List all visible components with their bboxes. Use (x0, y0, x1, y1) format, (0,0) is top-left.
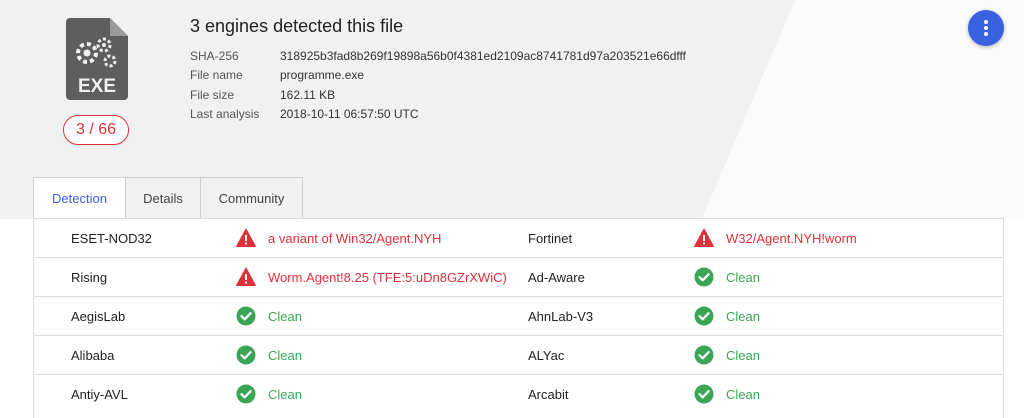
tab-community[interactable]: Community (200, 177, 303, 219)
file-metadata: SHA-256 318925b3fad8b269f19898a56b0f4381… (190, 46, 686, 124)
detection-result: Clean (236, 375, 302, 413)
page-title: 3 engines detected this file (190, 16, 404, 36)
detection-result: a variant of Win32/Agent.NYH (236, 219, 441, 257)
last-analysis-value: 2018-10-11 06:57:50 UTC (280, 107, 419, 122)
tab-bar: Detection Details Community (33, 177, 303, 219)
result-text: Clean (726, 386, 760, 402)
sha256-value: 318925b3fad8b269f19898a56b0f4381ed2109ac… (280, 48, 686, 63)
meta-row-filename: File name programme.exe (190, 66, 686, 86)
result-text: Clean (268, 347, 302, 363)
check-circle-icon (236, 306, 256, 326)
engine-name: Rising (71, 269, 108, 285)
detection-result: Clean (694, 297, 760, 335)
check-circle-icon (694, 267, 714, 287)
tab-details[interactable]: Details (125, 177, 200, 219)
engine-name: AegisLab (71, 308, 126, 324)
warning-icon (236, 228, 256, 247)
detection-result: Worm.Agent!8.25 (TFE:5:uDn8GZrXWiC) (236, 258, 507, 296)
result-text: a variant of Win32/Agent.NYH (268, 230, 442, 246)
check-circle-icon (694, 384, 714, 404)
result-text: W32/Agent.NYH!worm (726, 230, 857, 246)
meta-label: File name (190, 68, 243, 83)
filename-value: programme.exe (280, 68, 365, 83)
meta-label: SHA-256 (190, 48, 239, 63)
table-row: Alibaba Clean ALYac Clean (34, 335, 1003, 374)
engine-name: AhnLab-V3 (528, 308, 594, 324)
meta-row-last-analysis: Last analysis 2018-10-11 06:57:50 UTC (190, 105, 686, 125)
result-text: Clean (726, 308, 760, 324)
detection-result: W32/Agent.NYH!worm (694, 219, 857, 257)
filesize-value: 162.11 KB (280, 87, 336, 102)
warning-icon (694, 228, 714, 247)
meta-row-sha256: SHA-256 318925b3fad8b269f19898a56b0f4381… (190, 46, 686, 66)
result-text: Clean (726, 269, 760, 285)
engine-name: Arcabit (528, 386, 569, 402)
meta-row-filesize: File size 162.11 KB (190, 85, 686, 105)
table-row: ESET-NOD32 a variant of Win32/Agent.NYH … (34, 218, 1003, 257)
more-vertical-icon (984, 20, 988, 36)
detection-result: Clean (694, 375, 760, 413)
exe-file-icon: EXE (66, 18, 128, 100)
result-text: Worm.Agent!8.25 (TFE:5:uDn8GZrXWiC) (268, 269, 507, 285)
engine-name: Antiy-AVL (71, 386, 128, 402)
engine-name: Ad-Aware (528, 269, 585, 285)
detection-result: Clean (236, 336, 302, 374)
table-row: Antiy-AVL Clean Arcabit Clean (34, 374, 1003, 413)
detection-result: Clean (694, 258, 760, 296)
result-text: Clean (268, 308, 302, 324)
engine-name: Alibaba (71, 347, 115, 363)
check-circle-icon (694, 306, 714, 326)
engine-name: ESET-NOD32 (71, 230, 152, 246)
table-row: AegisLab Clean AhnLab-V3 Clean (34, 296, 1003, 335)
result-text: Clean (726, 347, 760, 363)
engine-name: ALYac (528, 347, 565, 363)
file-type-label: EXE (78, 76, 116, 97)
detection-result: Clean (694, 336, 760, 374)
check-circle-icon (694, 345, 714, 365)
warning-icon (236, 267, 256, 286)
detection-result: Clean (236, 297, 302, 335)
table-row: Rising Worm.Agent!8.25 (TFE:5:uDn8GZrXWi… (34, 257, 1003, 296)
detection-results-table: ESET-NOD32 a variant of Win32/Agent.NYH … (33, 218, 1004, 418)
meta-label: Last analysis (190, 107, 260, 122)
check-circle-icon (236, 345, 256, 365)
meta-label: File size (190, 87, 235, 102)
engine-name: Fortinet (528, 230, 573, 246)
more-options-button[interactable] (968, 10, 1004, 46)
detection-score-badge: 3 / 66 (63, 115, 129, 145)
result-text: Clean (268, 386, 302, 402)
check-circle-icon (236, 384, 256, 404)
tab-detection[interactable]: Detection (33, 177, 125, 219)
